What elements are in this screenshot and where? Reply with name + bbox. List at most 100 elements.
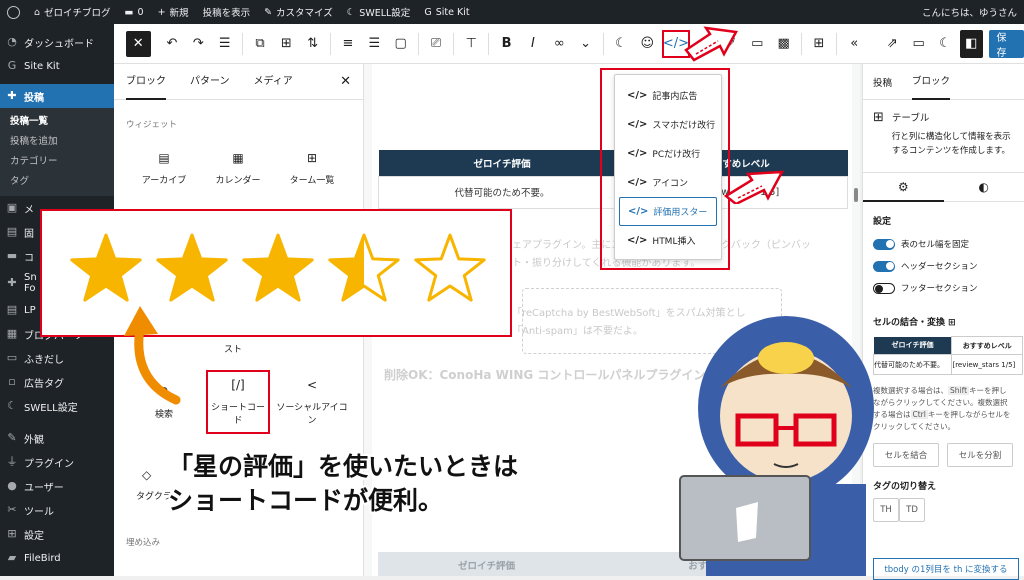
dd-item-in-article-ad[interactable]: </>記事内広告	[619, 81, 717, 110]
split-cells-button[interactable]: セルを分割	[947, 443, 1013, 467]
collapse-icon[interactable]: «	[843, 30, 866, 58]
close-inserter-button[interactable]: ✕	[126, 31, 151, 57]
tab-media[interactable]: メディア	[254, 64, 293, 100]
share-icon: <	[307, 378, 317, 392]
menu-posts[interactable]: ✚投稿	[0, 84, 114, 108]
dd-item-sp-break[interactable]: </>スマホだけ改行	[619, 110, 717, 139]
brush-icon: ✎	[264, 7, 272, 18]
site-name-link[interactable]: ⌂ゼロイチブログ	[27, 0, 118, 24]
external-link-icon[interactable]: ⇗	[881, 30, 904, 58]
editor-toolbar: ✕ ↶ ↷ ☰ ⧉ ⊞ ⇅ ≡ ☰ ▢ ⎚ ⊤ B I ∞ ⌄ ☾ ☺ </> …	[114, 24, 1024, 64]
text-align-icon[interactable]: ☰	[363, 30, 386, 58]
menu-swell[interactable]: ☾SWELL設定	[0, 394, 114, 418]
block-tag-cloud[interactable]: タグクラ	[136, 489, 172, 502]
page-icon: ▤	[6, 304, 18, 316]
toggle-header-section[interactable]: ヘッダーセクション	[863, 255, 1024, 277]
swell-mark-icon[interactable]: ☾	[609, 30, 632, 58]
star-icon	[72, 235, 140, 300]
mini-header-cell[interactable]: おすすめレベル	[952, 337, 1023, 355]
settings-gear-icon[interactable]: ⚙	[863, 172, 944, 202]
wp-logo-icon[interactable]	[0, 0, 27, 24]
menu-dashboard[interactable]: ◔ダッシュボード	[0, 30, 114, 54]
device-icon[interactable]: ⎚	[424, 30, 447, 58]
redo-icon[interactable]: ↷	[187, 30, 210, 58]
menu-filebird[interactable]: ▰FileBird	[0, 546, 114, 570]
dd-item-pc-break[interactable]: </>PCだけ改行	[619, 139, 717, 168]
sitekit-link[interactable]: GSite Kit	[417, 0, 476, 24]
posts-submenu: 投稿一覧 投稿を追加 カテゴリー タグ	[0, 108, 114, 196]
canvas-scrollbar[interactable]	[854, 188, 858, 202]
user-greeting[interactable]: こんにちは、ゆうさん	[915, 0, 1024, 24]
menu-tools[interactable]: ✂ツール	[0, 498, 114, 522]
customize-link[interactable]: ✎カスタマイズ	[257, 0, 340, 24]
copy-icon[interactable]: ⧉	[248, 30, 271, 58]
table-header-cell[interactable]: ゼロイチ評価	[378, 552, 595, 576]
emoji-icon[interactable]: ☺	[636, 30, 659, 58]
table-icon[interactable]: ⊞	[275, 30, 298, 58]
table-cell[interactable]: 代替可能のため不要。	[379, 176, 626, 208]
toggle-switch[interactable]	[873, 239, 895, 250]
frame-icon[interactable]: ▢	[389, 30, 412, 58]
menu-appearance[interactable]: ✎外観	[0, 426, 114, 450]
block-shortcode[interactable]: [/]ショートコード	[206, 370, 270, 434]
swell-mark-icon[interactable]: ☾	[933, 30, 956, 58]
italic-icon[interactable]: I	[521, 30, 544, 58]
dd-item-icon[interactable]: </>アイコン	[619, 168, 717, 197]
star-icon	[158, 235, 226, 300]
callout-caption: 「星の評価」を使いたいときは ショートコードが便利。	[168, 450, 518, 518]
block-calendar[interactable]: ▦カレンダー	[202, 136, 274, 200]
callout-line-1: 「星の評価」を使いたいときは	[168, 450, 518, 484]
menu-settings[interactable]: ⊞設定	[0, 522, 114, 546]
menu-fukidashi[interactable]: ▭ふきだし	[0, 346, 114, 370]
menu-plugins[interactable]: ⏚プラグイン	[0, 450, 114, 474]
menu-users[interactable]: ●ユーザー	[0, 474, 114, 498]
bubble-text[interactable]: 「Anti-spam」は不要だよ。	[512, 322, 643, 337]
close-icon[interactable]: ✕	[340, 74, 351, 89]
view-post-link[interactable]: 投稿を表示	[196, 0, 258, 24]
save-button[interactable]: 保存	[989, 30, 1024, 58]
preview-icon[interactable]: ▭	[907, 30, 930, 58]
tab-block[interactable]: ブロック	[912, 64, 950, 100]
new-content-link[interactable]: +新規	[151, 0, 196, 24]
hatch-icon[interactable]: ▩	[772, 30, 795, 58]
swell-settings-link[interactable]: ☾SWELL設定	[340, 0, 418, 24]
tab-post[interactable]: 投稿	[873, 75, 892, 89]
code-icon: </>	[627, 235, 647, 246]
menu-ad-tag[interactable]: ▫広告タグ	[0, 370, 114, 394]
star-icon	[416, 235, 484, 300]
submenu-add-post[interactable]: 投稿を追加	[0, 132, 114, 152]
table-edit-icon[interactable]: ⊤	[460, 30, 483, 58]
td-button[interactable]: TD	[899, 498, 925, 522]
grid-icon[interactable]: ⊞	[807, 30, 830, 58]
section-heading[interactable]: 削除OK：ConoHa WING コントロールパネルプラグイン	[384, 366, 705, 383]
block-archive[interactable]: ▤アーカイブ	[128, 136, 200, 200]
dd-item-html-insert[interactable]: </>HTML挿入	[619, 226, 717, 255]
styles-icon[interactable]: ◐	[944, 172, 1024, 202]
mini-cell[interactable]: [review_stars 1/5]	[952, 355, 1023, 375]
move-updown-icon[interactable]: ⇅	[301, 30, 324, 58]
link-icon[interactable]: ∞	[548, 30, 571, 58]
list-view-icon[interactable]: ☰	[213, 30, 236, 58]
section-widgets-heading: ウィジェット	[114, 100, 363, 136]
code-icon: </>	[627, 119, 647, 130]
submenu-category[interactable]: カテゴリー	[0, 152, 114, 172]
toggle-fixed-width[interactable]: 表のセル幅を固定	[863, 233, 1024, 255]
tab-blocks[interactable]: ブロック	[126, 64, 166, 100]
undo-icon[interactable]: ↶	[160, 30, 183, 58]
table-header-cell[interactable]: ゼロイチ評価	[379, 150, 626, 176]
bold-icon[interactable]: B	[495, 30, 518, 58]
tab-patterns[interactable]: パターン	[190, 64, 230, 100]
submenu-tag[interactable]: タグ	[0, 172, 114, 192]
terms-icon: ⊞	[307, 151, 317, 165]
toggle-switch[interactable]	[873, 261, 895, 272]
chevron-down-icon[interactable]: ⌄	[574, 30, 597, 58]
dd-item-review-stars[interactable]: </>評価用スター	[619, 197, 717, 226]
settings-sidebar-icon[interactable]: ◧	[960, 30, 983, 58]
align-icon[interactable]: ≡	[336, 30, 359, 58]
toolbar-divider	[836, 33, 837, 55]
block-social-icons[interactable]: <ソーシャルアイコン	[276, 370, 348, 434]
menu-sitekit[interactable]: GSite Kit	[0, 54, 114, 78]
submenu-all-posts[interactable]: 投稿一覧	[0, 112, 114, 132]
block-terms[interactable]: ⊞ターム一覧	[276, 136, 348, 200]
comments-link[interactable]: ▬0	[118, 0, 151, 24]
